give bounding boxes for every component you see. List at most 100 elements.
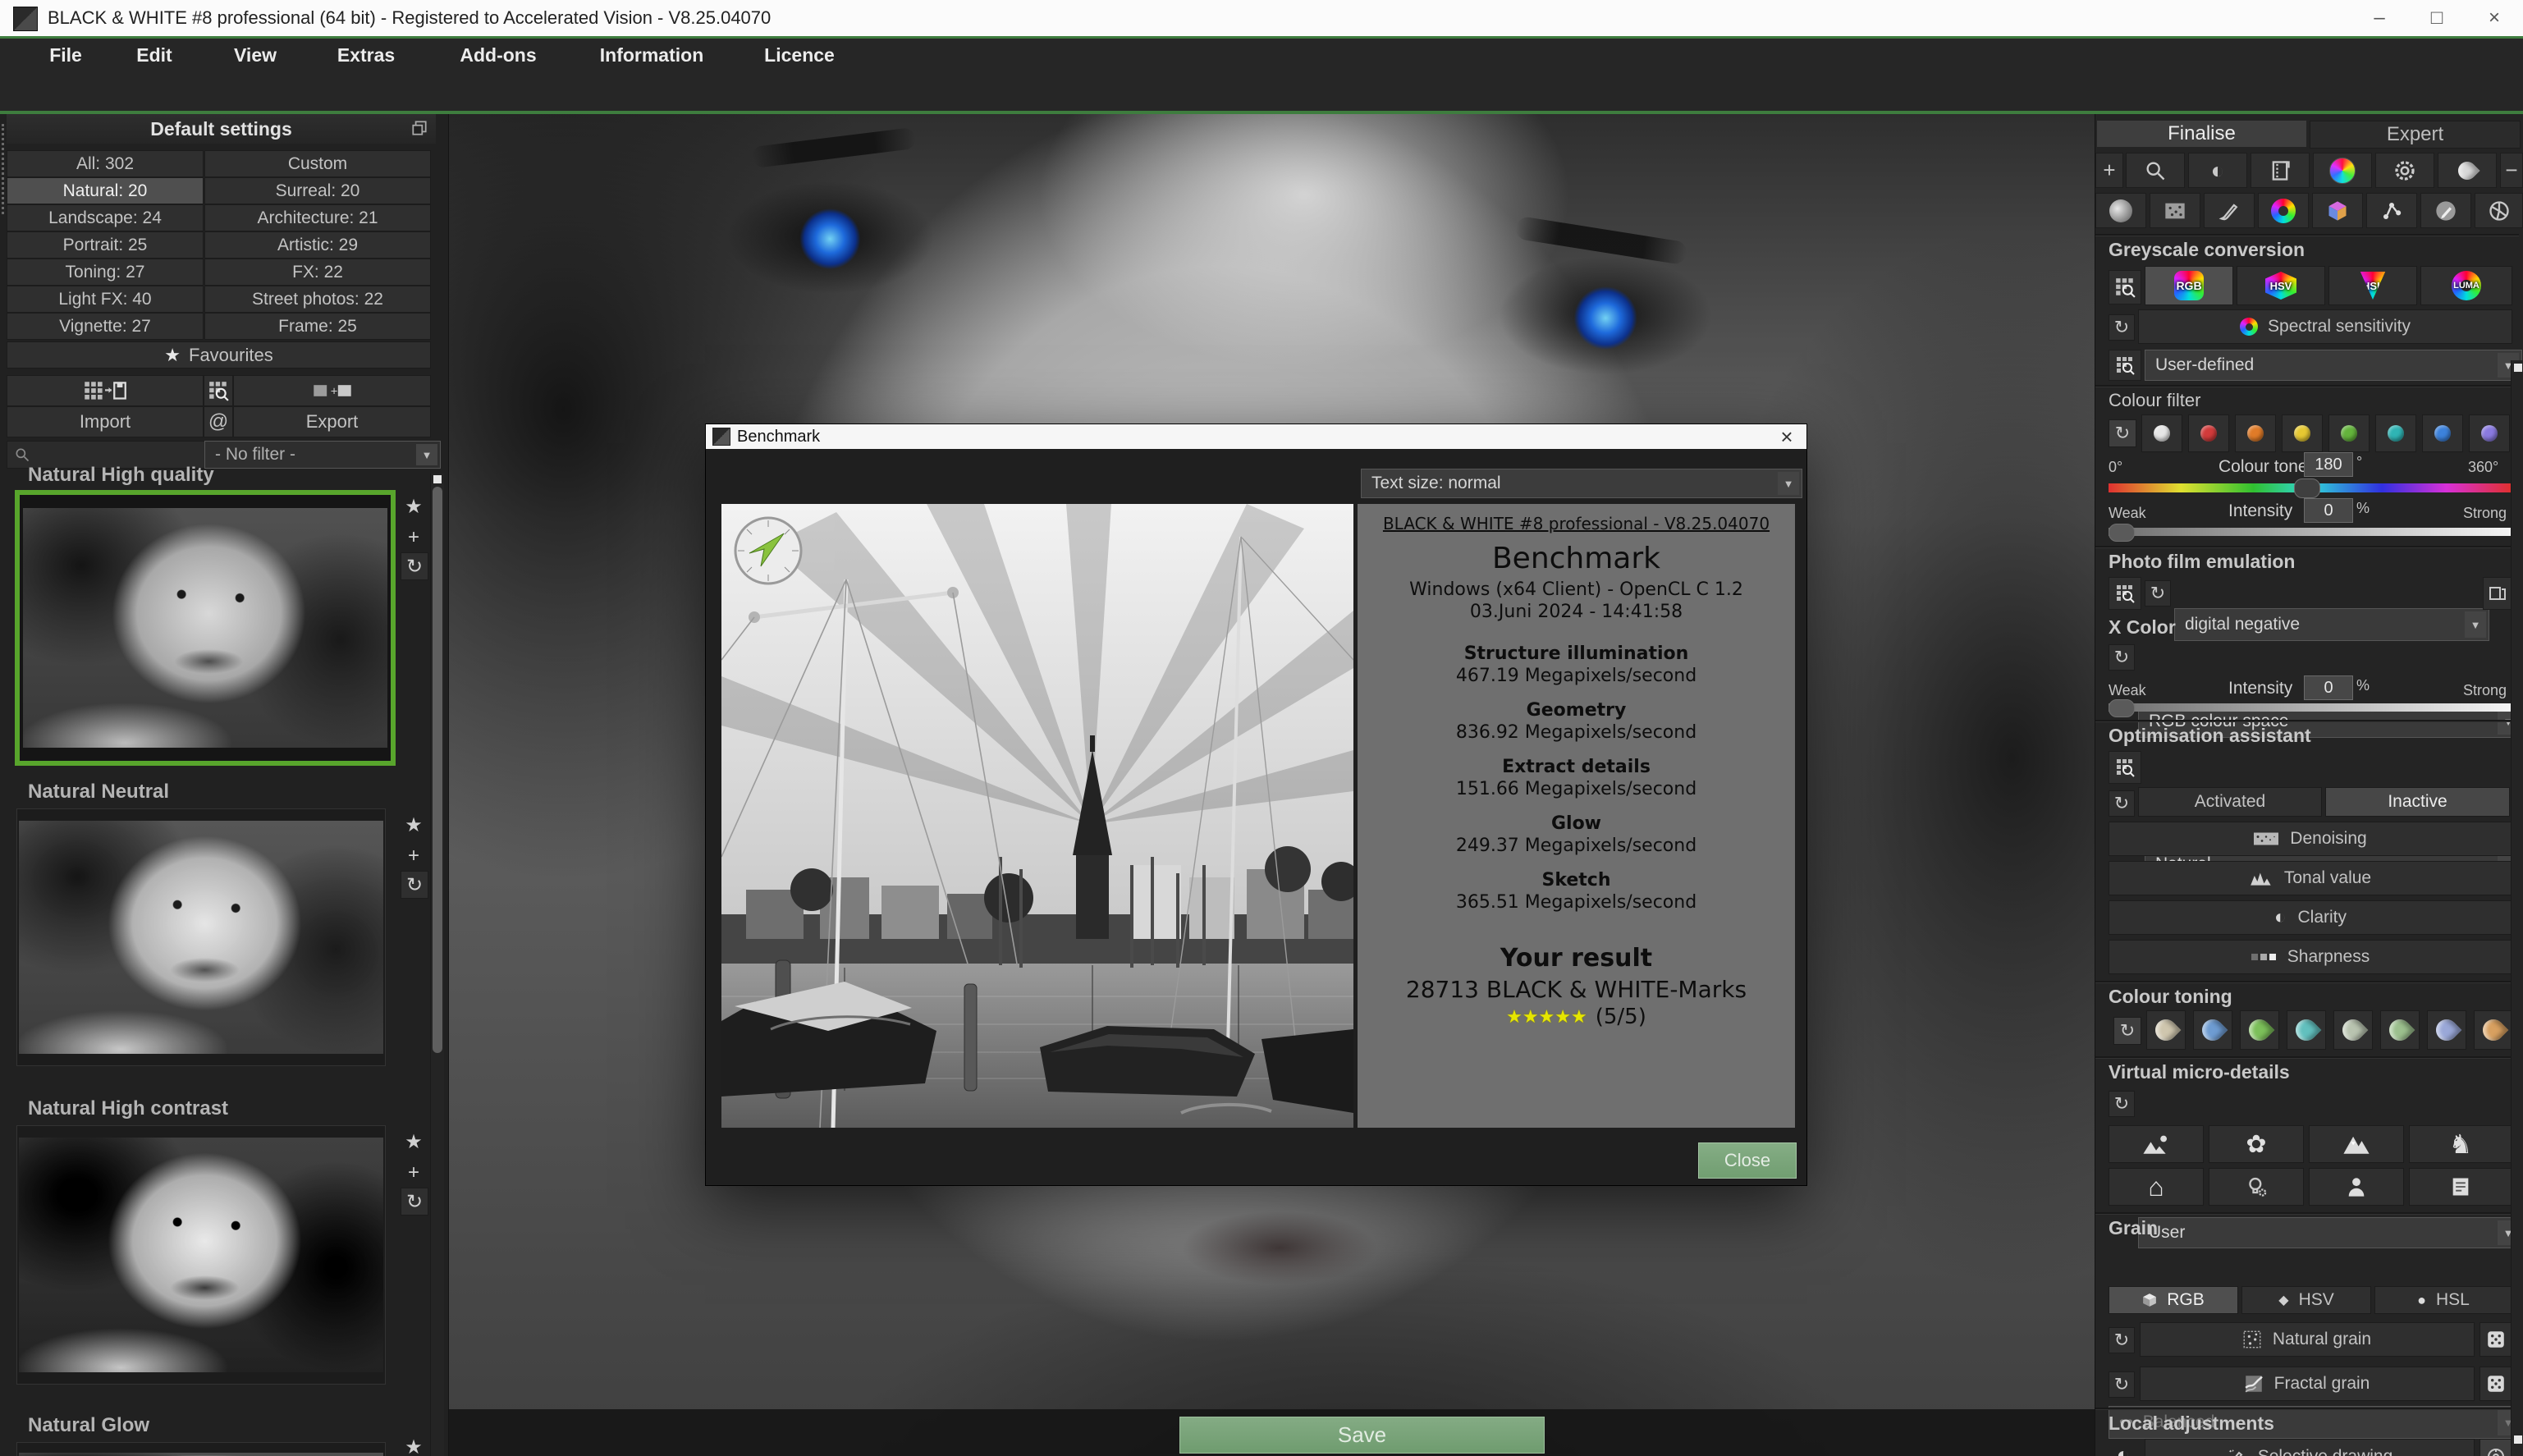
favourites-button[interactable]: ★ Favourites <box>7 341 431 369</box>
minimize-button[interactable]: – <box>2357 3 2402 33</box>
micro-animal-button[interactable]: ♞ <box>2409 1125 2512 1163</box>
micro-details-dropdown[interactable]: User ▼ <box>2138 1217 2522 1248</box>
import-icon-button[interactable] <box>7 375 204 406</box>
tonal-value-button[interactable]: Tonal value <box>2109 861 2512 895</box>
favourite-star-icon[interactable]: ★ <box>401 1434 427 1456</box>
toning-blue[interactable] <box>2193 1010 2232 1050</box>
refresh-preset-icon[interactable]: ↻ <box>401 1188 428 1216</box>
dice-random-icon[interactable] <box>2480 1322 2512 1357</box>
colour-filter-purple[interactable] <box>2469 414 2510 452</box>
text-size-dropdown[interactable]: Text size: normal ▼ <box>1361 469 1802 498</box>
remove-filter-icon[interactable]: − <box>2500 153 2523 188</box>
category-landscape[interactable]: Landscape: 24 <box>7 204 204 231</box>
preset-thumbnail[interactable] <box>16 808 386 1066</box>
tone-value[interactable]: 180 <box>2304 452 2353 477</box>
preset-thumbnail-clipped[interactable] <box>16 1442 386 1456</box>
menu-edit[interactable]: Edit <box>128 39 181 72</box>
toning-silver[interactable] <box>2333 1010 2373 1050</box>
vignette-icon[interactable] <box>2095 193 2146 228</box>
reset-film-icon[interactable]: ↻ <box>2145 580 2171 607</box>
category-vignette[interactable]: Vignette: 27 <box>7 313 204 340</box>
dice-random-icon[interactable] <box>2480 1367 2512 1401</box>
menu-addons[interactable]: Add-ons <box>453 39 543 72</box>
colour-cube-icon[interactable] <box>2312 193 2363 228</box>
spectral-profile-dropdown[interactable]: User-defined ▼ <box>2145 350 2522 381</box>
category-frame[interactable]: Frame: 25 <box>204 313 431 340</box>
save-button[interactable]: Save <box>1179 1417 1545 1454</box>
preview-mask-eye-icon[interactable] <box>2480 1439 2512 1456</box>
natural-grain-button[interactable]: Natural grain <box>2140 1322 2475 1357</box>
category-fx[interactable]: FX: 22 <box>204 259 431 286</box>
colour-filter-blue[interactable] <box>2422 414 2463 452</box>
toning-orange[interactable] <box>2474 1010 2513 1050</box>
menu-file[interactable]: File <box>39 39 92 72</box>
import-button[interactable]: Import <box>7 406 204 437</box>
fractal-grain-button[interactable]: Fractal grain <box>2140 1367 2475 1401</box>
retouch-pen-icon[interactable] <box>2420 193 2471 228</box>
maximize-button[interactable]: □ <box>2415 3 2459 33</box>
favourite-star-icon[interactable]: ★ <box>401 1129 427 1155</box>
greyscale-mode-hsv[interactable]: HSV <box>2237 266 2325 305</box>
app-version-link[interactable]: BLACK & WHITE #8 professional - V8.25.04… <box>1358 514 1795 533</box>
tab-expert[interactable]: Expert <box>2310 121 2521 149</box>
nodes-icon[interactable] <box>2366 193 2417 228</box>
add-preset-icon[interactable]: + <box>401 843 427 869</box>
menu-view[interactable]: View <box>227 39 284 72</box>
preset-list-scrollbar[interactable] <box>430 474 444 1456</box>
brush-icon[interactable] <box>2204 193 2255 228</box>
colour-filter-green[interactable] <box>2328 414 2370 452</box>
tone-slider-handle[interactable] <box>2294 478 2320 498</box>
add-preset-icon[interactable]: + <box>401 1160 427 1186</box>
category-surreal[interactable]: Surreal: 20 <box>204 177 431 204</box>
colour-wheel-icon[interactable] <box>2258 193 2309 228</box>
colour-filter-cyan[interactable] <box>2375 414 2416 452</box>
search-input[interactable] <box>37 445 188 465</box>
reset-micro-icon[interactable]: ↻ <box>2109 1091 2135 1117</box>
email-export-button[interactable]: @ <box>204 406 233 437</box>
export-button[interactable]: Export <box>233 406 431 437</box>
sharpness-button[interactable]: Sharpness <box>2109 940 2512 974</box>
toning-blue-green[interactable] <box>2427 1010 2466 1050</box>
toning-sepia[interactable] <box>2146 1010 2186 1050</box>
x-intensity-slider-track[interactable] <box>2109 703 2511 712</box>
category-architecture[interactable]: Architecture: 21 <box>204 204 431 231</box>
category-all[interactable]: All: 302 <box>7 150 204 177</box>
favourite-star-icon[interactable]: ★ <box>401 812 427 838</box>
filter-dropdown[interactable]: - No filter - ▼ <box>204 441 441 469</box>
menu-information[interactable]: Information <box>596 39 707 72</box>
activated-button[interactable]: Activated <box>2138 787 2322 817</box>
reset-colour-filter-icon[interactable]: ↻ <box>2109 419 2136 447</box>
denoising-button[interactable]: Denoising <box>2109 822 2512 856</box>
reset-x-color-icon[interactable]: ↻ <box>2109 644 2135 671</box>
grid-search-icon-button[interactable] <box>204 375 233 406</box>
refresh-preset-icon[interactable]: ↻ <box>401 552 428 580</box>
micro-landscape-button[interactable] <box>2109 1125 2204 1163</box>
toning-green[interactable] <box>2240 1010 2279 1050</box>
reset-fractal-grain-icon[interactable]: ↻ <box>2109 1371 2135 1398</box>
droplet-icon[interactable] <box>2438 153 2497 188</box>
reset-natural-grain-icon[interactable]: ↻ <box>2109 1327 2135 1353</box>
refresh-preset-icon[interactable]: ↻ <box>401 871 428 899</box>
favourite-star-icon[interactable]: ★ <box>401 493 427 520</box>
menu-extras[interactable]: Extras <box>332 39 401 72</box>
grid-search-icon[interactable] <box>2109 350 2141 381</box>
panel-undock-icon[interactable] <box>410 119 428 137</box>
search-filter-icon[interactable] <box>2126 153 2185 188</box>
category-artistic[interactable]: Artistic: 29 <box>204 231 431 259</box>
micro-document-button[interactable] <box>2409 1168 2512 1206</box>
category-portrait[interactable]: Portrait: 25 <box>7 231 204 259</box>
film-icon[interactable] <box>2251 153 2310 188</box>
intensity-slider-track[interactable] <box>2109 528 2511 536</box>
category-toning[interactable]: Toning: 27 <box>7 259 204 286</box>
panel-grip[interactable] <box>2 124 4 214</box>
toning-cyan[interactable] <box>2287 1010 2326 1050</box>
preset-thumbnail-selected[interactable] <box>15 490 396 766</box>
micro-portrait-button[interactable] <box>2309 1168 2404 1206</box>
x-intensity-slider-handle[interactable] <box>2109 699 2135 717</box>
reset-toning-icon[interactable]: ↻ <box>2113 1017 2141 1045</box>
clarity-button[interactable]: ◐ Clarity <box>2109 900 2512 935</box>
category-natural[interactable]: Natural: 20 <box>7 177 204 204</box>
film-browser-icon[interactable] <box>2483 577 2512 610</box>
micro-mountain-button[interactable] <box>2309 1125 2404 1163</box>
gear-settings-icon[interactable] <box>2375 153 2434 188</box>
